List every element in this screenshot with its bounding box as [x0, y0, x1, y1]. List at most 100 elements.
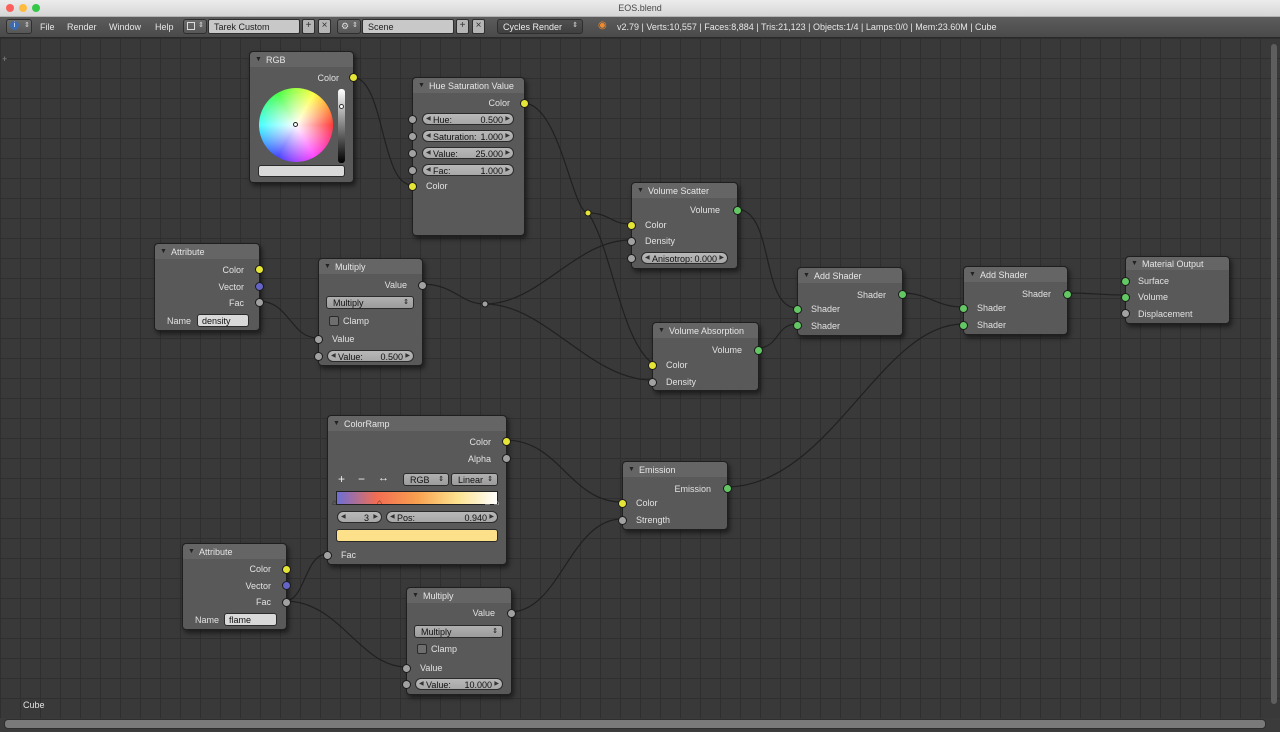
- reroute-value[interactable]: [481, 300, 489, 308]
- add-scene-button[interactable]: +: [456, 19, 469, 34]
- input-shader-2-socket[interactable]: [959, 321, 968, 330]
- attribute-node-density[interactable]: ▼ Attribute Color Vector Fac Name density: [154, 243, 264, 331]
- value-field[interactable]: ◀ Value: 0.500 ▶: [327, 350, 414, 362]
- colorramp-node[interactable]: ▼ ColorRamp Color Alpha + − ↔ RGB ⇕ Linear…: [323, 415, 511, 565]
- material-output-node[interactable]: ▼ Material Output Surface Volume Displace…: [1121, 256, 1230, 324]
- arrow-right-icon[interactable]: ▶: [505, 115, 510, 122]
- surface-socket[interactable]: [1121, 277, 1130, 286]
- collapse-icon[interactable]: ▼: [160, 248, 167, 255]
- collapse-icon[interactable]: ▼: [188, 548, 195, 555]
- fac-socket[interactable]: [408, 166, 417, 175]
- displacement-socket[interactable]: [1121, 309, 1130, 318]
- arrow-left-icon[interactable]: ◀: [426, 115, 431, 122]
- collapse-icon[interactable]: ▼: [418, 82, 425, 89]
- value-socket[interactable]: [314, 352, 323, 361]
- remove-scene-button[interactable]: ×: [472, 19, 485, 34]
- output-color-socket[interactable]: [282, 565, 291, 574]
- input-color-socket[interactable]: [408, 182, 417, 191]
- color-mode-dropdown[interactable]: RGB ⇕: [403, 473, 449, 486]
- active-stop-index-field[interactable]: ◀ 3 ▶: [337, 511, 382, 523]
- volume-scatter-node[interactable]: ▼ Volume Scatter Volume Color Density ◀ An…: [627, 182, 742, 269]
- reroute-color[interactable]: [584, 209, 592, 217]
- render-engine-dropdown[interactable]: Cycles Render ⇕: [497, 19, 583, 34]
- node-header[interactable]: ▼ Multiply: [407, 588, 511, 603]
- saturation-field[interactable]: ◀ Saturation: 1.000 ▶: [422, 130, 514, 142]
- attribute-name-field[interactable]: density: [197, 314, 249, 327]
- collapse-icon[interactable]: ▼: [637, 187, 644, 194]
- remove-screen-button[interactable]: ×: [318, 19, 331, 34]
- arrow-left-icon[interactable]: ◀: [331, 352, 336, 359]
- ramp-stop-handle[interactable]: ⌂: [332, 498, 337, 507]
- node-header[interactable]: ▼ Hue Saturation Value: [413, 78, 524, 93]
- value-slider-handle[interactable]: [339, 104, 344, 109]
- output-vector-socket[interactable]: [255, 282, 264, 291]
- menu-render[interactable]: Render: [67, 22, 97, 32]
- output-fac-socket[interactable]: [255, 298, 264, 307]
- ramp-stop-handle[interactable]: ⌂: [485, 498, 490, 507]
- clamp-checkbox[interactable]: [417, 644, 427, 654]
- arrow-right-icon[interactable]: ▶: [505, 132, 510, 139]
- output-vector-socket[interactable]: [282, 581, 291, 590]
- input-density-socket[interactable]: [627, 237, 636, 246]
- input-value-socket[interactable]: [402, 664, 411, 673]
- editor-type-button[interactable]: i ⇕: [6, 19, 32, 34]
- collapse-icon[interactable]: ▼: [1131, 260, 1138, 267]
- output-shader-socket[interactable]: [1063, 290, 1072, 299]
- node-header[interactable]: ▼ Material Output: [1126, 257, 1229, 270]
- collapse-icon[interactable]: ▼: [628, 466, 635, 473]
- value-socket[interactable]: [408, 149, 417, 158]
- output-color-socket[interactable]: [255, 265, 264, 274]
- output-color-socket[interactable]: [349, 73, 358, 82]
- ramp-stop-handle[interactable]: ⌂: [494, 498, 499, 507]
- arrow-right-icon[interactable]: ▶: [489, 513, 494, 520]
- add-shader-node-1[interactable]: ▼ Add Shader Shader Shader Shader: [793, 267, 907, 336]
- input-shader-1-socket[interactable]: [959, 304, 968, 313]
- screen-layout-field[interactable]: Tarek Custom: [208, 19, 300, 34]
- volume-absorption-node[interactable]: ▼ Volume Absorption Volume Color Density: [648, 322, 763, 391]
- input-shader-2-socket[interactable]: [793, 321, 802, 330]
- add-stop-button[interactable]: +: [338, 472, 345, 486]
- output-volume-socket[interactable]: [754, 346, 763, 355]
- color-ramp-gradient[interactable]: [336, 491, 498, 505]
- value-field[interactable]: ◀ Value: 25.000 ▶: [422, 147, 514, 159]
- menu-file[interactable]: File: [40, 22, 55, 32]
- ramp-stop-handle[interactable]: ⌂: [377, 498, 382, 507]
- volume-socket[interactable]: [1121, 293, 1130, 302]
- collapse-icon[interactable]: ▼: [333, 420, 340, 427]
- input-value-socket[interactable]: [314, 335, 323, 344]
- arrow-left-icon[interactable]: ◀: [390, 513, 395, 520]
- node-header[interactable]: ▼ Attribute: [155, 244, 259, 259]
- add-screen-button[interactable]: +: [302, 19, 315, 34]
- node-header[interactable]: ▼ Add Shader: [798, 268, 902, 283]
- node-header[interactable]: ▼ Add Shader: [964, 267, 1067, 282]
- menu-window[interactable]: Window: [109, 22, 141, 32]
- input-strength-socket[interactable]: [618, 516, 627, 525]
- node-header[interactable]: ▼ Volume Scatter: [632, 183, 737, 198]
- value-field[interactable]: ◀ Value: 10.000 ▶: [415, 678, 503, 690]
- operation-dropdown[interactable]: Multiply ⇕: [414, 625, 503, 638]
- interpolation-dropdown[interactable]: Linear ⇕: [451, 473, 498, 486]
- output-value-socket[interactable]: [507, 609, 516, 618]
- stop-position-field[interactable]: ◀ Pos: 0.940 ▶: [386, 511, 498, 523]
- arrow-left-icon[interactable]: ◀: [426, 132, 431, 139]
- hue-saturation-value-node[interactable]: ▼ Hue Saturation Value Color ◀ Hue: 0.500 ▶ …: [408, 77, 529, 236]
- attribute-node-flame[interactable]: ▼ Attribute Color Vector Fac Name flame: [182, 543, 291, 630]
- horizontal-scrollbar[interactable]: [4, 719, 1266, 729]
- arrow-right-icon[interactable]: ▶: [719, 254, 724, 261]
- anisotropy-socket[interactable]: [627, 254, 636, 263]
- node-header[interactable]: ▼ RGB: [250, 52, 353, 67]
- multiply-node-flame[interactable]: ▼ Multiply Value Multiply ⇕ Clamp Value ◀ V…: [402, 587, 516, 695]
- arrow-right-icon[interactable]: ▶: [505, 166, 510, 173]
- arrow-right-icon[interactable]: ▶: [505, 149, 510, 156]
- rgb-node[interactable]: ▼ RGB Color: [249, 51, 358, 183]
- color-wheel-cursor[interactable]: [293, 122, 298, 127]
- node-editor-canvas[interactable]: + ▼ RGB Color ▼ Hue Saturation Value Col…: [0, 38, 1280, 718]
- scene-browse-button[interactable]: ⚙ ⇕: [337, 19, 361, 34]
- menu-help[interactable]: Help: [155, 22, 174, 32]
- arrow-left-icon[interactable]: ◀: [645, 254, 650, 261]
- fac-field[interactable]: ◀ Fac: 1.000 ▶: [422, 164, 514, 176]
- add-shader-node-2[interactable]: ▼ Add Shader Shader Shader Shader: [959, 266, 1072, 335]
- flip-ramp-button[interactable]: ↔: [378, 472, 389, 484]
- output-color-socket[interactable]: [520, 99, 529, 108]
- input-color-socket[interactable]: [618, 499, 627, 508]
